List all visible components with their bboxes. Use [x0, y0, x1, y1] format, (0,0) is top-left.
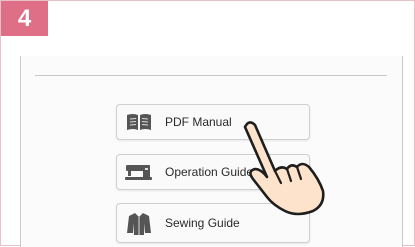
step-number: 4 — [17, 4, 32, 32]
instruction-frame: 4 PDF Manual Operation Guide Sewing Guid… — [0, 0, 415, 247]
sewing-guide-label: Sewing Guide — [165, 216, 240, 230]
pointing-hand-icon — [243, 121, 325, 216]
device-screen: PDF Manual Operation Guide Sewing Guide — [20, 56, 403, 247]
screen-divider — [35, 75, 387, 76]
book-icon — [123, 110, 155, 134]
pdf-manual-label: PDF Manual — [165, 115, 232, 129]
sewing-machine-icon — [123, 160, 155, 184]
step-number-badge: 4 — [1, 1, 48, 36]
jacket-icon — [123, 211, 155, 235]
